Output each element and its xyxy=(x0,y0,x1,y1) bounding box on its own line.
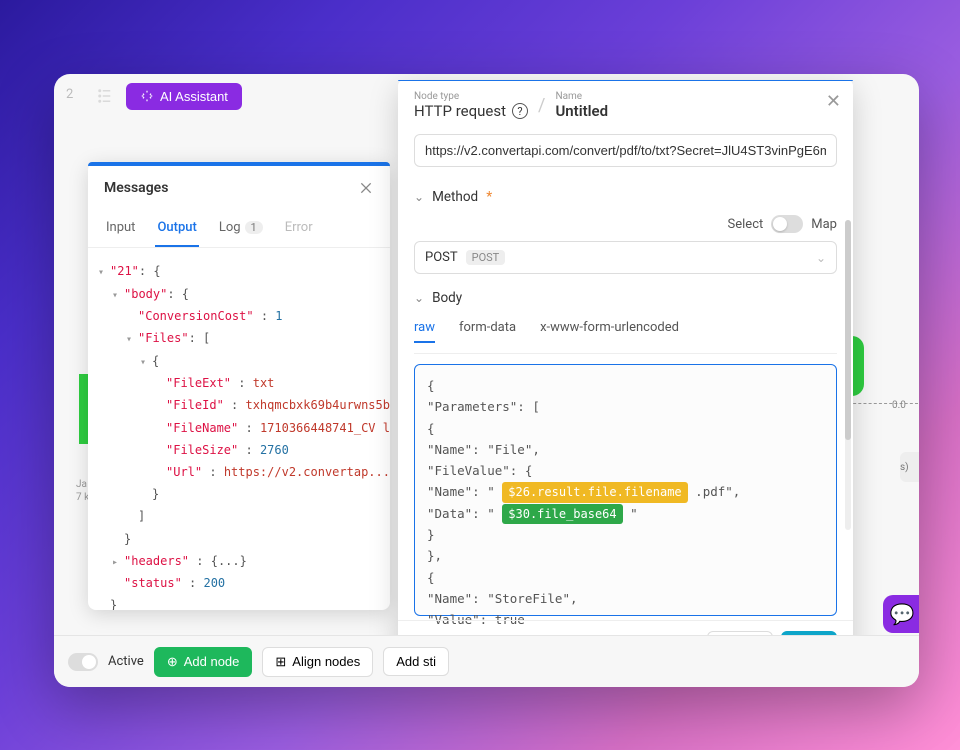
scrollbar[interactable] xyxy=(845,220,851,530)
chat-bubble-button[interactable]: 💬 xyxy=(883,595,919,633)
breadcrumb-sep: / xyxy=(538,95,545,116)
add-sticky-button[interactable]: Add sti xyxy=(383,647,449,676)
map-select-label: Select xyxy=(728,217,764,232)
canvas-partial-node: s) xyxy=(900,452,919,482)
align-nodes-button[interactable]: ⊞ Align nodes xyxy=(262,647,373,677)
messages-title: Messages xyxy=(104,180,168,196)
body-editor[interactable]: { "Parameters": [ { "Name": "File", "Fil… xyxy=(414,364,837,616)
method-section-toggle[interactable]: ⌄ Method * xyxy=(414,181,837,213)
tab-log[interactable]: Log 1 xyxy=(217,210,265,247)
variable-chip-filename[interactable]: $26.result.file.filename xyxy=(502,482,687,502)
active-toggle[interactable] xyxy=(68,653,98,671)
tab-output[interactable]: Output xyxy=(155,210,198,247)
help-icon[interactable]: ? xyxy=(512,103,528,119)
map-toggle[interactable] xyxy=(771,215,803,233)
tab-input[interactable]: Input xyxy=(104,210,137,247)
close-icon[interactable]: ✕ xyxy=(826,91,841,112)
body-section-toggle[interactable]: ⌄ Body xyxy=(414,282,837,314)
http-request-panel: ✕ Node type HTTP request ? / Name Untitl… xyxy=(398,80,853,670)
body-tab-raw[interactable]: raw xyxy=(414,320,435,343)
variable-chip-filedata[interactable]: $30.file_base64 xyxy=(502,504,622,524)
tab-error[interactable]: Error xyxy=(283,210,315,247)
body-tab-urlencoded[interactable]: x-www-form-urlencoded xyxy=(540,320,679,343)
canvas-edge-label: 0.0 xyxy=(892,400,906,411)
method-pill: POST xyxy=(466,250,506,265)
close-icon[interactable] xyxy=(358,180,374,196)
method-value: POST xyxy=(425,250,458,265)
messages-tabs: Input Output Log 1 Error xyxy=(88,210,390,248)
method-label: Method xyxy=(432,189,478,205)
chevron-down-icon: ⌄ xyxy=(414,291,424,305)
output-json-tree[interactable]: ▾"21": { ▾"body": { "ConversionCost" : 1… xyxy=(88,248,390,610)
body-label: Body xyxy=(432,290,462,306)
map-map-label: Map xyxy=(811,217,837,232)
method-select[interactable]: POST POST ⌄ xyxy=(414,241,837,274)
node-name[interactable]: Untitled xyxy=(555,102,608,120)
node-type-label: Node type xyxy=(414,91,528,102)
url-input[interactable] xyxy=(414,134,837,167)
body-tab-form-data[interactable]: form-data xyxy=(459,320,516,343)
log-count-badge: 1 xyxy=(245,221,263,234)
add-node-button[interactable]: ⊕ Add node xyxy=(154,647,253,677)
plus-icon: ⊕ xyxy=(167,654,178,670)
align-icon: ⊞ xyxy=(275,654,286,670)
active-label: Active xyxy=(108,654,144,669)
node-type-value: HTTP request ? xyxy=(414,102,528,120)
messages-panel: Messages Input Output Log 1 Error ▾"21":… xyxy=(88,162,390,610)
canvas-edge xyxy=(848,403,918,404)
chat-icon: 💬 xyxy=(890,602,915,626)
chevron-down-icon: ⌄ xyxy=(816,251,826,265)
settings-icon[interactable] xyxy=(96,87,114,105)
chevron-down-icon: ⌄ xyxy=(414,190,424,204)
tab-indicator: 2 xyxy=(66,87,84,105)
name-label: Name xyxy=(555,91,608,102)
footer-bar: Active ⊕ Add node ⊞ Align nodes Add sti xyxy=(54,635,919,687)
